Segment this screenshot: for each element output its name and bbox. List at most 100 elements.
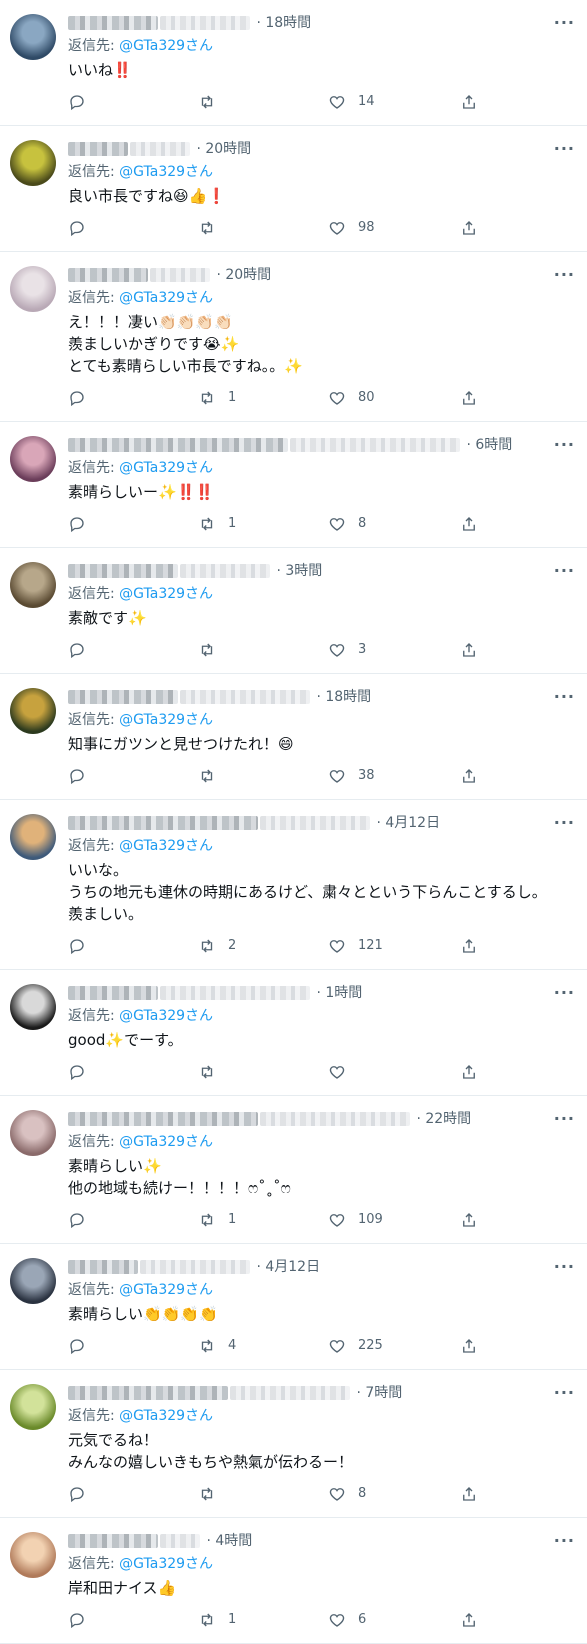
reply-button[interactable] bbox=[68, 217, 98, 239]
reply-button[interactable] bbox=[68, 935, 98, 957]
like-button[interactable]: 98 bbox=[328, 217, 375, 239]
avatar[interactable] bbox=[10, 1110, 56, 1156]
tweet-time[interactable]: · 6時間 bbox=[466, 437, 512, 453]
blurred-display-name[interactable] bbox=[68, 690, 178, 704]
reply-handle-link[interactable]: @GTa329さん bbox=[119, 164, 213, 180]
retweet-button[interactable]: 1 bbox=[198, 1209, 236, 1231]
blurred-display-name[interactable] bbox=[68, 438, 288, 452]
retweet-button[interactable]: 1 bbox=[198, 387, 236, 409]
reply-tweet[interactable]: · 18時間 ··· 返信先: @GTa329さん 知事にガツンと見せつけたれ！… bbox=[0, 674, 587, 800]
like-button[interactable]: 3 bbox=[328, 639, 366, 661]
tweet-time[interactable]: · 18時間 bbox=[256, 15, 311, 31]
blurred-username[interactable] bbox=[140, 1260, 250, 1274]
reply-tweet[interactable]: · 4月12日 ··· 返信先: @GTa329さん 素晴らしい👏👏👏👏 4 2… bbox=[0, 1244, 587, 1370]
reply-handle-link[interactable]: @GTa329さん bbox=[119, 712, 213, 728]
reply-tweet[interactable]: · 4時間 ··· 返信先: @GTa329さん 岸和田ナイス👍 1 6 bbox=[0, 1518, 587, 1644]
avatar[interactable] bbox=[10, 1258, 56, 1304]
like-button[interactable]: 6 bbox=[328, 1609, 366, 1631]
retweet-button[interactable]: 1 bbox=[198, 1609, 236, 1631]
blurred-username[interactable] bbox=[130, 142, 190, 156]
reply-button[interactable] bbox=[68, 91, 98, 113]
reply-button[interactable] bbox=[68, 1209, 98, 1231]
reply-button[interactable] bbox=[68, 1483, 98, 1505]
reply-handle-link[interactable]: @GTa329さん bbox=[119, 1134, 213, 1150]
avatar[interactable] bbox=[10, 1384, 56, 1430]
reply-handle-link[interactable]: @GTa329さん bbox=[119, 460, 213, 476]
tweet-time[interactable]: · 20時間 bbox=[216, 267, 271, 283]
retweet-button[interactable] bbox=[198, 639, 228, 661]
more-options-icon[interactable]: ··· bbox=[554, 264, 575, 286]
blurred-username[interactable] bbox=[160, 16, 250, 30]
retweet-button[interactable]: 2 bbox=[198, 935, 236, 957]
retweet-button[interactable]: 1 bbox=[198, 513, 236, 535]
retweet-button[interactable]: 4 bbox=[198, 1335, 236, 1357]
reply-button[interactable] bbox=[68, 765, 98, 787]
blurred-username[interactable] bbox=[150, 268, 210, 282]
reply-tweet[interactable]: · 20時間 ··· 返信先: @GTa329さん 良い市長ですね😆👍❗ 98 bbox=[0, 126, 587, 252]
blurred-username[interactable] bbox=[160, 986, 310, 1000]
retweet-button[interactable] bbox=[198, 1061, 228, 1083]
avatar[interactable] bbox=[10, 984, 56, 1030]
tweet-time[interactable]: · 4月12日 bbox=[256, 1259, 320, 1275]
tweet-time[interactable]: · 20時間 bbox=[196, 141, 251, 157]
reply-button[interactable] bbox=[68, 1335, 98, 1357]
reply-handle-link[interactable]: @GTa329さん bbox=[119, 1408, 213, 1424]
like-button[interactable]: 8 bbox=[328, 513, 366, 535]
avatar[interactable] bbox=[10, 436, 56, 482]
more-options-icon[interactable]: ··· bbox=[554, 560, 575, 582]
like-button[interactable] bbox=[328, 1061, 358, 1083]
blurred-display-name[interactable] bbox=[68, 1260, 138, 1274]
retweet-button[interactable] bbox=[198, 217, 228, 239]
more-options-icon[interactable]: ··· bbox=[554, 982, 575, 1004]
blurred-display-name[interactable] bbox=[68, 1534, 158, 1548]
reply-handle-link[interactable]: @GTa329さん bbox=[119, 586, 213, 602]
reply-tweet[interactable]: · 6時間 ··· 返信先: @GTa329さん 素晴らしいー✨‼️‼️ 1 8 bbox=[0, 422, 587, 548]
blurred-username[interactable] bbox=[230, 1386, 350, 1400]
more-options-icon[interactable]: ··· bbox=[554, 12, 575, 34]
share-button[interactable] bbox=[460, 91, 478, 113]
reply-button[interactable] bbox=[68, 1061, 98, 1083]
reply-handle-link[interactable]: @GTa329さん bbox=[119, 838, 213, 854]
reply-handle-link[interactable]: @GTa329さん bbox=[119, 1008, 213, 1024]
more-options-icon[interactable]: ··· bbox=[554, 1256, 575, 1278]
like-button[interactable]: 80 bbox=[328, 387, 375, 409]
reply-button[interactable] bbox=[68, 639, 98, 661]
share-button[interactable] bbox=[460, 1483, 478, 1505]
share-button[interactable] bbox=[460, 1609, 478, 1631]
reply-tweet[interactable]: · 20時間 ··· 返信先: @GTa329さん え！！！凄い👏🏻👏🏻👏🏻👏🏻… bbox=[0, 252, 587, 422]
like-button[interactable]: 8 bbox=[328, 1483, 366, 1505]
share-button[interactable] bbox=[460, 639, 478, 661]
blurred-display-name[interactable] bbox=[68, 1386, 228, 1400]
blurred-display-name[interactable] bbox=[68, 142, 128, 156]
more-options-icon[interactable]: ··· bbox=[554, 1530, 575, 1552]
share-button[interactable] bbox=[460, 513, 478, 535]
share-button[interactable] bbox=[460, 217, 478, 239]
share-button[interactable] bbox=[460, 935, 478, 957]
reply-tweet[interactable]: · 4月12日 ··· 返信先: @GTa329さん いいな。 うちの地元も連休… bbox=[0, 800, 587, 970]
blurred-display-name[interactable] bbox=[68, 1112, 258, 1126]
blurred-display-name[interactable] bbox=[68, 16, 158, 30]
more-options-icon[interactable]: ··· bbox=[554, 812, 575, 834]
avatar[interactable] bbox=[10, 14, 56, 60]
share-button[interactable] bbox=[460, 387, 478, 409]
reply-handle-link[interactable]: @GTa329さん bbox=[119, 1282, 213, 1298]
retweet-button[interactable] bbox=[198, 1483, 228, 1505]
reply-tweet[interactable]: · 18時間 ··· 返信先: @GTa329さん いいね‼️ 14 bbox=[0, 0, 587, 126]
like-button[interactable]: 121 bbox=[328, 935, 383, 957]
blurred-username[interactable] bbox=[290, 438, 460, 452]
blurred-username[interactable] bbox=[180, 690, 310, 704]
tweet-time[interactable]: · 3時間 bbox=[276, 563, 322, 579]
share-button[interactable] bbox=[460, 1061, 478, 1083]
more-options-icon[interactable]: ··· bbox=[554, 434, 575, 456]
tweet-time[interactable]: · 7時間 bbox=[356, 1385, 402, 1401]
tweet-time[interactable]: · 22時間 bbox=[416, 1111, 471, 1127]
avatar[interactable] bbox=[10, 1532, 56, 1578]
avatar[interactable] bbox=[10, 562, 56, 608]
avatar[interactable] bbox=[10, 140, 56, 186]
like-button[interactable]: 109 bbox=[328, 1209, 383, 1231]
reply-handle-link[interactable]: @GTa329さん bbox=[119, 1556, 213, 1572]
like-button[interactable]: 14 bbox=[328, 91, 375, 113]
more-options-icon[interactable]: ··· bbox=[554, 686, 575, 708]
avatar[interactable] bbox=[10, 814, 56, 860]
reply-button[interactable] bbox=[68, 387, 98, 409]
